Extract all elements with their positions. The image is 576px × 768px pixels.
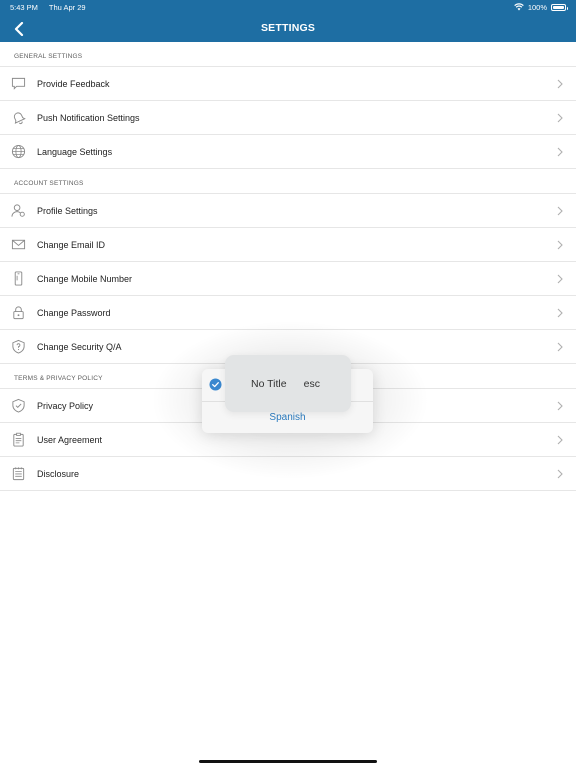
status-date: Thu Apr 29 (48, 2, 86, 12)
row-disclosure[interactable]: Disclosure (0, 457, 576, 491)
checkmark-circle-icon (209, 378, 222, 391)
home-indicator (199, 760, 377, 763)
menu-item-label: Spanish (269, 412, 306, 423)
row-label: Disclosure (37, 468, 80, 479)
row-push-notification-settings[interactable]: Push Notification Settings (0, 101, 576, 135)
page-title: SETTINGS (260, 22, 316, 34)
row-change-password[interactable]: Change Password (0, 296, 576, 330)
row-label: Provide Feedback (37, 78, 110, 89)
navigation-bar: SETTINGS (0, 14, 576, 42)
battery-percent: 100% (527, 2, 547, 12)
chevron-right-icon (557, 308, 563, 318)
row-change-email-id[interactable]: Change Email ID (0, 228, 576, 262)
row-label: User Agreement (37, 434, 103, 445)
tooltip-key: esc (303, 377, 320, 390)
battery-fill (553, 5, 564, 9)
row-change-mobile-number[interactable]: Change Mobile Number (0, 262, 576, 296)
row-label: Change Email ID (37, 239, 106, 250)
row-label: Change Password (37, 307, 111, 318)
status-time: 5:43 PM (10, 2, 38, 12)
speech-bubble-icon (11, 77, 26, 90)
document-list-icon (12, 467, 25, 481)
row-label: Change Security Q/A (37, 341, 122, 352)
user-gear-icon (11, 204, 25, 217)
row-label: Profile Settings (37, 205, 98, 216)
chevron-left-icon (14, 22, 24, 36)
section-header-account: ACCOUNT SETTINGS (0, 169, 576, 194)
wifi-icon (514, 3, 524, 11)
shield-question-icon (12, 339, 25, 354)
status-right: 100% (514, 2, 568, 12)
chevron-right-icon (557, 206, 563, 216)
clipboard-icon (13, 432, 24, 447)
row-label: Privacy Policy (37, 400, 94, 411)
row-label: Push Notification Settings (37, 112, 140, 123)
chevron-right-icon (557, 113, 563, 123)
row-profile-settings[interactable]: Profile Settings (0, 194, 576, 228)
chevron-right-icon (557, 469, 563, 479)
chevron-right-icon (557, 79, 563, 89)
battery-icon (551, 3, 568, 11)
bell-icon (13, 112, 26, 125)
row-language-settings[interactable]: Language Settings (0, 135, 576, 169)
row-label: Change Mobile Number (37, 273, 133, 284)
tooltip-title: No Title (251, 377, 287, 390)
chevron-right-icon (557, 342, 563, 352)
tooltip-bubble: No Title esc (225, 355, 351, 412)
lock-icon (13, 306, 24, 320)
chevron-right-icon (557, 240, 563, 250)
status-left: 5:43 PM Thu Apr 29 (10, 3, 95, 12)
chevron-right-icon (557, 147, 563, 157)
mobile-phone-icon (14, 271, 23, 286)
chevron-right-icon (557, 401, 563, 411)
envelope-icon (11, 239, 26, 250)
chevron-right-icon (557, 435, 563, 445)
chevron-right-icon (557, 274, 563, 284)
shield-check-icon (12, 398, 25, 413)
status-bar: 5:43 PM Thu Apr 29 100% (0, 0, 576, 14)
section-header-general: GENERAL SETTINGS (0, 42, 576, 67)
back-button[interactable] (8, 18, 30, 40)
globe-icon (11, 144, 26, 159)
row-provide-feedback[interactable]: Provide Feedback (0, 67, 576, 101)
row-label: Language Settings (37, 146, 113, 157)
